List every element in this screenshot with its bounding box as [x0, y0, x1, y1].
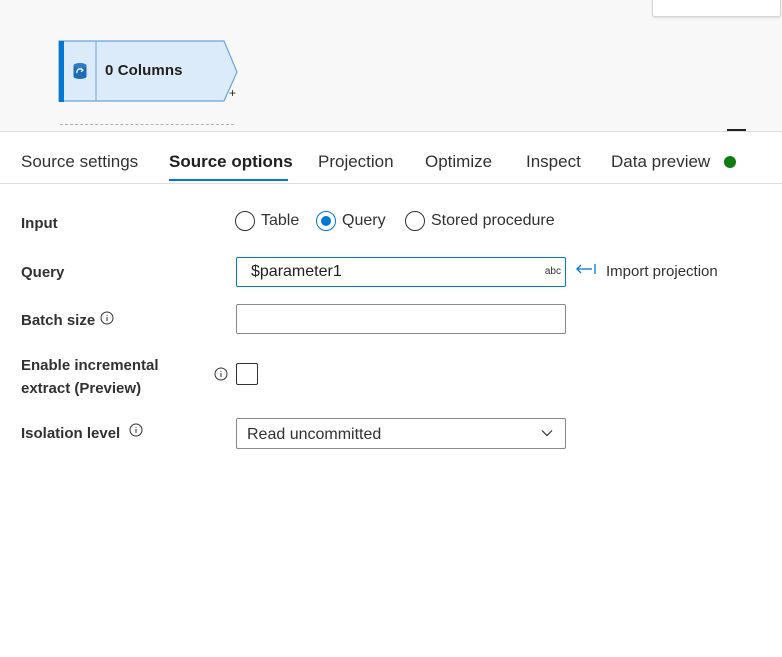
tab-projection[interactable]: Projection: [318, 152, 394, 172]
incremental-extract-label-line2: extract (Preview): [21, 380, 142, 397]
data-preview-status-dot: [724, 156, 736, 168]
info-icon[interactable]: [100, 311, 114, 325]
radio-circle[interactable]: [235, 211, 255, 231]
dataflow-canvas[interactable]: 0 Columns +: [0, 0, 782, 131]
info-icon[interactable]: [129, 423, 143, 437]
panel-divider: [0, 131, 782, 132]
active-tab-indicator: [169, 179, 288, 181]
import-projection-button[interactable]: Import projection: [606, 263, 718, 280]
panel-resize-handle[interactable]: [727, 129, 746, 131]
radio-table[interactable]: Table: [235, 211, 299, 231]
query-input-value: $parameter1: [251, 263, 342, 280]
query-input[interactable]: $parameter1 abc: [236, 257, 566, 287]
tab-source-settings[interactable]: Source settings: [21, 152, 138, 172]
input-label: Input: [21, 215, 58, 232]
tab-inspect[interactable]: Inspect: [526, 152, 581, 172]
source-node[interactable]: 0 Columns: [58, 40, 238, 102]
isolation-level-dropdown[interactable]: Read uncommitted: [236, 418, 566, 449]
string-type-badge: abc: [544, 266, 561, 277]
node-label: 0 Columns: [105, 62, 183, 79]
info-icon[interactable]: [214, 367, 228, 381]
import-arrow-icon[interactable]: [575, 262, 599, 276]
radio-stored-procedure-label: Stored procedure: [431, 212, 555, 229]
batch-size-input[interactable]: [236, 304, 566, 334]
tab-bar: Source settings Source options Projectio…: [0, 146, 782, 184]
batch-size-label: Batch size: [21, 312, 96, 329]
query-label: Query: [21, 264, 65, 281]
radio-stored-procedure[interactable]: Stored procedure: [405, 211, 555, 231]
radio-circle[interactable]: [316, 211, 336, 231]
radio-circle[interactable]: [405, 211, 425, 231]
tab-optimize[interactable]: Optimize: [425, 152, 492, 172]
enable-incremental-extract-checkbox[interactable]: [236, 363, 258, 385]
radio-table-label: Table: [261, 212, 300, 229]
radio-query[interactable]: Query: [316, 211, 386, 231]
tab-data-preview[interactable]: Data preview: [611, 152, 710, 172]
radio-query-label: Query: [342, 212, 386, 229]
node-dashed-separator: [60, 124, 234, 125]
isolation-level-label: Isolation level: [21, 425, 121, 442]
incremental-extract-label-line1: Enable incremental: [21, 357, 159, 374]
add-transform-button[interactable]: +: [229, 86, 236, 100]
sql-database-icon: [64, 42, 96, 100]
isolation-level-value: Read uncommitted: [247, 426, 382, 443]
canvas-overlay-panel: [652, 0, 781, 17]
chevron-down-icon: [541, 430, 553, 437]
tab-source-options[interactable]: Source options: [169, 152, 293, 172]
